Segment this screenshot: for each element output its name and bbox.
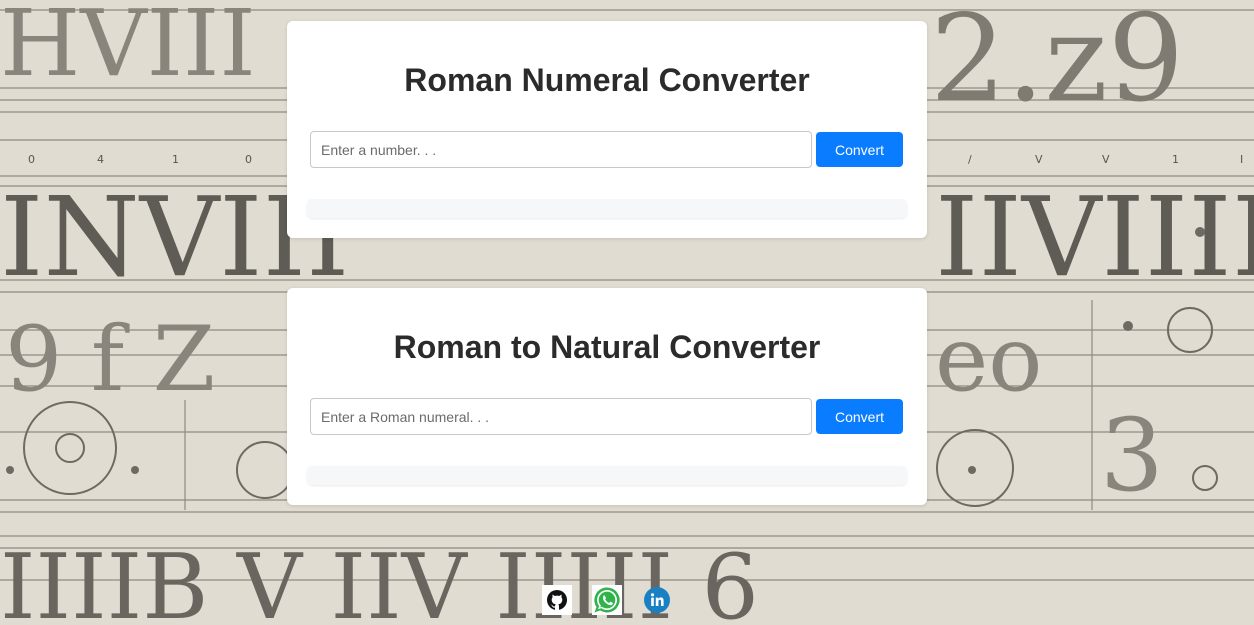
svg-text:/: / [968,153,972,166]
svg-text:IIVIIII.: IIVIIII. [935,173,1254,301]
whatsapp-icon [592,585,622,615]
linkedin-link[interactable] [642,585,672,615]
roman-result-output [307,199,907,218]
roman-numeral-input[interactable] [310,398,812,435]
whatsapp-link[interactable] [592,585,622,615]
svg-text:V: V [1102,153,1110,166]
svg-text:V: V [1035,153,1043,166]
svg-text:3: 3 [1100,397,1164,514]
roman-converter-title: Roman Numeral Converter [404,62,810,98]
svg-text:9 f Z: 9 f Z [5,307,215,412]
social-links [542,585,672,615]
convert-to-roman-button[interactable]: Convert [816,132,903,167]
svg-text:0: 0 [28,153,35,166]
natural-converter-title: Roman to Natural Converter [393,329,821,365]
natural-converter-card: Roman to Natural Converter Convert [287,288,927,505]
roman-converter-form: Convert [310,131,903,168]
svg-text:I: I [1240,153,1243,166]
svg-text:2.z9: 2.z9 [930,0,1184,129]
convert-to-natural-button[interactable]: Convert [816,399,903,434]
svg-text:1: 1 [1172,153,1179,166]
svg-text:eo: eo [935,307,1042,412]
svg-text:4: 4 [97,153,104,166]
svg-text:1: 1 [172,153,179,166]
github-link[interactable] [542,585,572,615]
github-icon [542,585,572,615]
number-input[interactable] [310,131,812,168]
natural-converter-form: Convert [310,398,903,435]
natural-result-output [307,466,907,485]
svg-text:0: 0 [245,153,252,166]
linkedin-icon [644,587,670,613]
roman-converter-card: Roman Numeral Converter Convert [287,21,927,238]
svg-text:HVIII: HVIII [0,0,256,97]
